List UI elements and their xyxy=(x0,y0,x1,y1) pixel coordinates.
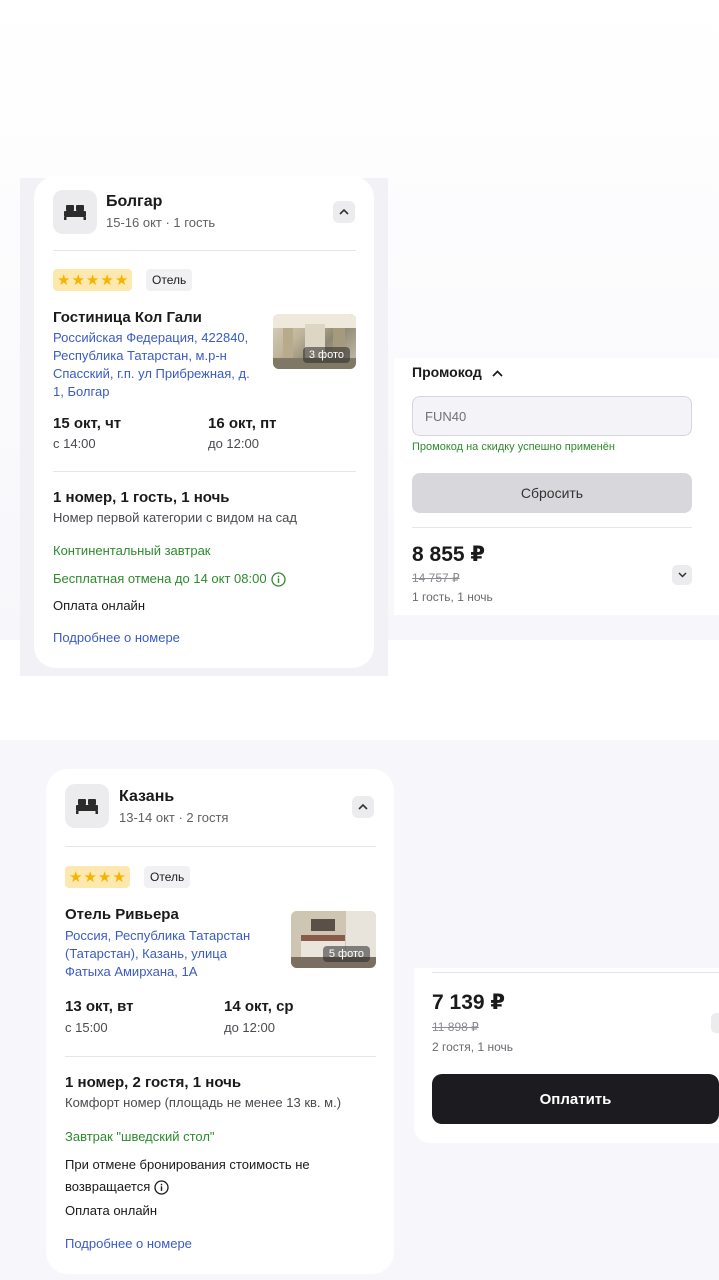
checkin-date: 13 окт, вт xyxy=(65,998,134,1015)
hotel-address[interactable]: Россия, Республика Татарстан (Татарстан)… xyxy=(65,927,275,981)
promo-code-input[interactable] xyxy=(412,396,692,436)
hotel-name[interactable]: Отель Ривьера xyxy=(65,906,179,923)
hotel-photo[interactable]: 5 фото xyxy=(291,911,376,968)
promo-label: Промокод xyxy=(412,364,482,380)
hotel-type-tag: Отель xyxy=(144,866,191,888)
star-icon: ★ xyxy=(112,868,126,886)
price-pay-panel: 7 139 ₽ 11 898 ₽ 2 гостя, 1 ночь Оплатит… xyxy=(414,968,719,1143)
city-title: Казань xyxy=(119,788,175,805)
star-icon: ★ xyxy=(114,271,129,289)
dates-guests: 13-14 окт · 2 гостя xyxy=(119,810,229,825)
divider xyxy=(412,527,692,528)
price-meta: 1 гость, 1 ночь xyxy=(412,590,493,604)
star-icon: ★ xyxy=(85,271,100,289)
total-price: 7 139 ₽ xyxy=(432,991,505,1014)
star-icon: ★ xyxy=(57,271,71,289)
expand-price-button[interactable] xyxy=(711,1013,719,1033)
photo-count-badge: 3 фото xyxy=(302,347,350,363)
chevron-down-icon xyxy=(677,572,687,578)
meal-info: Завтрак "шведский стол" xyxy=(65,1129,215,1144)
booking-card-bolgar: Болгар 15-16 окт · 1 гость ★ ★ ★ ★ ★ Отель Г… xyxy=(34,176,374,668)
info-icon[interactable] xyxy=(154,1180,169,1195)
chevron-up-icon xyxy=(358,804,368,810)
star-rating: ★ ★ ★ ★ ★ xyxy=(53,269,133,291)
room-details-link[interactable]: Подробнее о номере xyxy=(65,1236,192,1251)
cancellation-info: При отмене бронирования стоимость не воз… xyxy=(65,1154,345,1198)
booking-card-kazan: Казань 13-14 окт · 2 гостя ★ ★ ★ ★ Отель От… xyxy=(46,769,394,1274)
chevron-up-icon xyxy=(492,370,503,377)
bed-icon xyxy=(53,190,97,234)
star-icon: ★ xyxy=(69,868,83,886)
pay-button[interactable]: Оплатить xyxy=(432,1074,719,1124)
checkout-date: 16 окт, пт xyxy=(208,415,277,432)
chevron-up-icon xyxy=(339,209,349,215)
city-title: Болгар xyxy=(106,193,163,210)
meal-info: Континентальный завтрак xyxy=(53,543,211,558)
divider xyxy=(53,250,356,251)
room-details-link[interactable]: Подробнее о номере xyxy=(53,630,180,645)
checkin-date: 15 окт, чт xyxy=(53,415,122,432)
cancellation-info: Бесплатная отмена до 14 окт 08:00 xyxy=(53,571,286,587)
star-icon: ★ xyxy=(100,271,114,289)
room-type: Номер первой категории с видом на сад xyxy=(53,510,297,525)
rooms-summary: 1 номер, 1 гость, 1 ночь xyxy=(53,489,230,506)
checkout-time: до 12:00 xyxy=(224,1020,275,1035)
bed-icon xyxy=(65,784,109,828)
payment-method: Оплата онлайн xyxy=(53,598,145,613)
star-icon: ★ xyxy=(71,271,85,289)
room-type: Комфорт номер (площадь не менее 13 кв. м… xyxy=(65,1095,342,1110)
hotel-address[interactable]: Российская Федерация, 422840, Республика… xyxy=(53,329,259,401)
cancellation-text: При отмене бронирования стоимость не воз… xyxy=(65,1157,310,1194)
total-price: 8 855 ₽ xyxy=(412,543,485,566)
checkout-time: до 12:00 xyxy=(208,436,259,451)
hotel-type-tag: Отель xyxy=(146,269,193,291)
reset-promo-button[interactable]: Сбросить xyxy=(412,473,692,513)
checkin-time: с 14:00 xyxy=(53,436,96,451)
divider xyxy=(432,972,719,973)
hotel-photo[interactable]: 3 фото xyxy=(273,314,356,369)
info-icon[interactable] xyxy=(270,572,286,587)
photo-count-badge: 5 фото xyxy=(322,946,370,962)
hotel-name[interactable]: Гостиница Кол Гали xyxy=(53,309,202,326)
star-icon: ★ xyxy=(97,868,112,886)
star-icon: ★ xyxy=(83,868,97,886)
rooms-summary: 1 номер, 2 гостя, 1 ночь xyxy=(65,1074,242,1091)
promo-toggle[interactable]: Промокод xyxy=(412,364,503,380)
checkout-date: 14 окт, ср xyxy=(224,998,294,1015)
promo-price-panel: Промокод Промокод на скидку успешно прим… xyxy=(394,358,719,615)
dates-guests: 15-16 окт · 1 гость xyxy=(106,215,216,230)
expand-price-button[interactable] xyxy=(672,565,692,585)
cancellation-text: Бесплатная отмена до 14 окт 08:00 xyxy=(53,571,267,586)
payment-method: Оплата онлайн xyxy=(65,1203,157,1218)
divider xyxy=(53,471,356,472)
divider xyxy=(65,846,376,847)
collapse-button[interactable] xyxy=(352,796,374,818)
checkin-time: с 15:00 xyxy=(65,1020,108,1035)
old-price: 14 757 ₽ xyxy=(412,571,460,585)
divider xyxy=(65,1056,376,1057)
collapse-button[interactable] xyxy=(333,201,355,223)
promo-success-message: Промокод на скидку успешно применён xyxy=(412,441,615,453)
old-price: 11 898 ₽ xyxy=(432,1020,479,1034)
star-rating: ★ ★ ★ ★ xyxy=(65,866,130,888)
price-meta: 2 гостя, 1 ночь xyxy=(432,1040,514,1054)
